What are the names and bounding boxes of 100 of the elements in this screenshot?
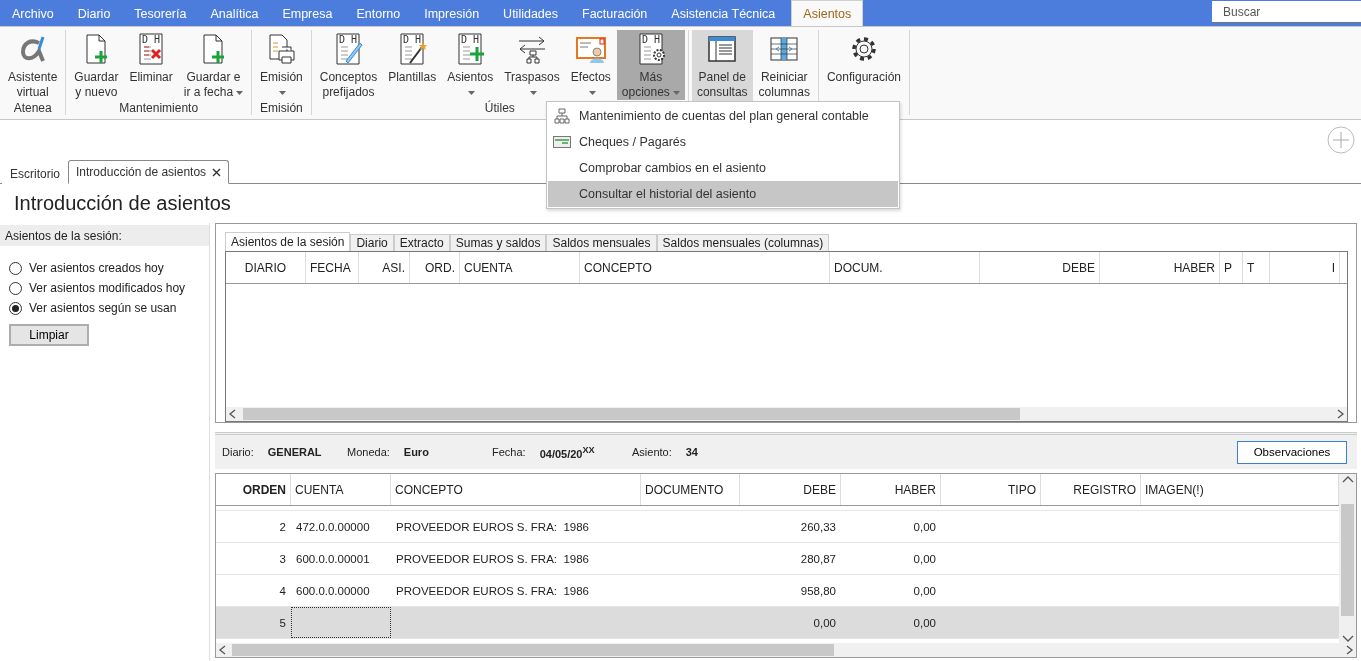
column-header[interactable]: CUENTA	[460, 252, 580, 283]
menu-item[interactable]: Consultar el historial del asiento	[548, 181, 898, 207]
table-cell[interactable]: 2	[216, 511, 291, 542]
search-field[interactable]: Buscar	[1212, 1, 1361, 23]
ribbon-button[interactable]: Configuración	[821, 30, 906, 102]
scroll-up-icon[interactable]	[1340, 474, 1355, 484]
ribbon-button[interactable]: D H Conceptos prefijados	[314, 30, 383, 100]
table-cell[interactable]: 0,00	[740, 607, 841, 638]
column-header[interactable]: CONCEPTO	[391, 474, 641, 505]
table-cell[interactable]: 0,00	[841, 543, 941, 574]
ribbon-button[interactable]: D H Más opciones	[616, 30, 685, 100]
scrollbar-thumb[interactable]	[232, 644, 834, 656]
menu-tab[interactable]: Impresión	[412, 0, 492, 26]
field-label: Asiento:	[632, 446, 672, 458]
column-header[interactable]: I	[1270, 252, 1340, 283]
table-cell[interactable]: 0,00	[841, 607, 941, 638]
ribbon-button[interactable]: Panel de consultas	[691, 30, 753, 102]
menu-tab[interactable]: Tesorería	[122, 0, 199, 26]
table-cell[interactable]: 600.0.0.00001	[291, 543, 391, 574]
table-cell[interactable]: 600.0.0.00000	[291, 575, 391, 606]
table-cell[interactable]: 3	[216, 543, 291, 574]
ribbon-button[interactable]: Asistente virtual	[3, 30, 63, 100]
table-row[interactable]: 5 0,00 0,00	[216, 607, 1339, 639]
table-cell[interactable]: PROVEEDOR EUROS S. FRA: 1986	[391, 575, 641, 606]
radio-button[interactable]	[9, 281, 22, 295]
menu-tab[interactable]: Empresa	[270, 0, 345, 26]
column-header[interactable]: HABER	[841, 474, 941, 505]
column-header[interactable]: CUENTA	[291, 474, 391, 505]
column-header[interactable]: DEBE	[980, 252, 1100, 283]
panel-icon	[706, 33, 739, 65]
menu-tab[interactable]: Archivo	[0, 0, 66, 26]
menu-tab[interactable]: Asistencia Técnica	[659, 0, 788, 26]
table-cell[interactable]: 472.0.0.00000	[291, 511, 391, 542]
radio-option[interactable]: Ver asientos según se usan	[0, 298, 209, 318]
observations-button[interactable]: Observaciones	[1237, 440, 1347, 464]
panel-tab[interactable]: Saldos mensuales (columnas)	[656, 234, 830, 251]
radio-button[interactable]	[9, 301, 22, 315]
clear-button[interactable]: Limpiar	[9, 324, 89, 346]
panel-tab[interactable]: Asientos de la sesión	[225, 232, 351, 251]
scrollbar-thumb[interactable]	[1341, 504, 1354, 616]
column-header[interactable]: DOCUM.	[830, 252, 980, 283]
radio-label: Ver asientos modificados hoy	[29, 281, 186, 295]
horizontal-scrollbar[interactable]	[216, 643, 1356, 657]
column-header[interactable]: REGISTRO	[1041, 474, 1141, 505]
radio-button[interactable]	[9, 261, 22, 275]
menu-item[interactable]: Comprobar cambios en el asiento	[548, 155, 898, 181]
ribbon-button[interactable]: Efectos	[565, 30, 616, 100]
caret-icon	[236, 90, 244, 95]
ribbon-button[interactable]: D H Asientos	[442, 30, 499, 100]
ribbon-button[interactable]: D H Eliminar	[124, 30, 178, 100]
menu-tab[interactable]: Entorno	[344, 0, 413, 26]
radio-option[interactable]: Ver asientos creados hoy	[0, 258, 209, 278]
menu-tab[interactable]: Analítica	[198, 0, 271, 26]
column-header[interactable]: P	[1220, 252, 1243, 283]
table-cell[interactable]: 0,00	[841, 511, 941, 542]
column-header[interactable]: TIPO	[941, 474, 1041, 505]
menu-item[interactable]: Mantenimiento de cuentas del plan general contable	[548, 103, 898, 129]
menu-tab[interactable]: Utilidades	[491, 0, 570, 26]
column-header[interactable]: ORDEN	[216, 474, 291, 505]
column-header[interactable]: FECHA	[306, 252, 359, 283]
ribbon-button[interactable]: Guardar e ir a fecha	[178, 30, 249, 100]
panel-tab[interactable]: Extracto	[393, 234, 450, 251]
table-cell[interactable]: PROVEEDOR EUROS S. FRA: 1986	[391, 543, 641, 574]
menu-tab[interactable]: Facturación	[570, 0, 660, 26]
column-header[interactable]: T	[1243, 252, 1270, 283]
ribbon-button[interactable]: Traspasos	[499, 30, 565, 100]
document-tab[interactable]: Introducción de asientos	[68, 160, 230, 185]
column-header[interactable]: DEBE	[740, 474, 841, 505]
ribbon-button[interactable]: D H Plantillas	[383, 30, 442, 100]
ribbon-button[interactable]: Reiniciar columnas	[753, 30, 815, 102]
table-cell[interactable]: 260,33	[740, 511, 841, 542]
horizontal-scrollbar[interactable]	[226, 407, 1347, 421]
ribbon-button[interactable]: Emisión	[255, 30, 308, 100]
scrollbar-thumb[interactable]	[243, 408, 1020, 420]
table-cell[interactable]: 0,00	[841, 575, 941, 606]
caret-icon	[588, 90, 596, 95]
table-cell[interactable]: 280,87	[740, 543, 841, 574]
column-header[interactable]: ASI.	[359, 252, 410, 283]
table-cell[interactable]: 958,80	[740, 575, 841, 606]
panel-tab[interactable]: Saldos mensuales	[546, 234, 657, 251]
panel-tab[interactable]: Sumas y saldos	[449, 234, 547, 251]
table-cell[interactable]: 5	[216, 607, 291, 638]
close-icon[interactable]	[212, 167, 222, 177]
ribbon-button[interactable]: Guardar y nuevo	[69, 30, 124, 100]
column-header[interactable]: CONCEPTO	[580, 252, 830, 283]
menu-item[interactable]: Cheques / Pagarés	[548, 129, 898, 155]
scroll-down-icon[interactable]	[1340, 633, 1355, 643]
column-header[interactable]: HABER	[1100, 252, 1220, 283]
menu-tab[interactable]: Diario	[65, 0, 123, 26]
panel-tab[interactable]: Diario	[350, 234, 394, 251]
table-cell[interactable]	[291, 607, 391, 638]
radio-label: Ver asientos según se usan	[29, 301, 177, 315]
table-cell[interactable]: PROVEEDOR EUROS S. FRA: 1986	[391, 511, 641, 542]
radio-option[interactable]: Ver asientos modificados hoy	[0, 278, 209, 298]
table-cell[interactable]: 4	[216, 575, 291, 606]
column-header[interactable]: DIARIO	[226, 252, 306, 283]
menu-tab[interactable]: Asientos	[791, 0, 864, 26]
column-header[interactable]: ORD.	[410, 252, 460, 283]
vertical-scrollbar[interactable]	[1339, 474, 1356, 643]
column-header[interactable]: DOCUMENTO	[641, 474, 740, 505]
